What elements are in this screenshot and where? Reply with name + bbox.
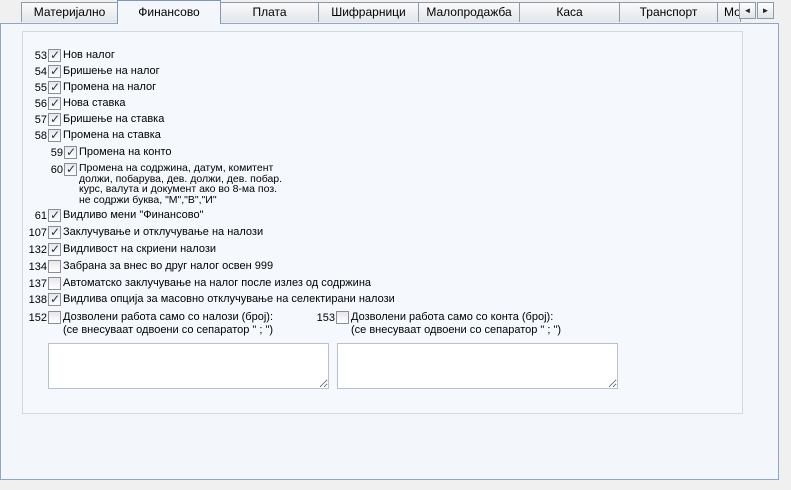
checkbox[interactable] xyxy=(48,112,61,126)
permission-row-138[interactable]: 138 Видлива опција за масовно отклучувањ… xyxy=(27,292,395,307)
permission-label: Видлива опција за масовно отклучување на… xyxy=(63,293,395,305)
permission-number: 134 xyxy=(28,261,47,273)
permission-row-58[interactable]: 58 Промена на ставка xyxy=(33,128,161,143)
permission-row-57[interactable]: 57 Бришење на ставка xyxy=(33,112,165,127)
permission-number: 132 xyxy=(28,244,47,256)
allowed-konta-input[interactable] xyxy=(337,343,618,389)
tab-sifrarnici[interactable]: Шифрарници xyxy=(318,2,419,22)
tab-mo[interactable]: Мо xyxy=(717,2,741,22)
permission-row-60[interactable]: 60 Промена на содржина, датум, комитент … xyxy=(49,162,283,207)
checkbox[interactable] xyxy=(48,208,61,222)
permission-number: 153 xyxy=(316,312,335,324)
permission-label: Промена на содржина, датум, комитент дол… xyxy=(79,162,283,206)
checkbox[interactable] xyxy=(48,225,61,239)
tab-plata[interactable]: Плата xyxy=(220,2,319,22)
permission-row-107[interactable]: 107 Заклучување и отклучување на налози xyxy=(27,225,264,240)
permission-number: 57 xyxy=(34,114,47,126)
tab-maloprodazba[interactable]: Малопродажба xyxy=(418,2,520,22)
permission-number: 152 xyxy=(28,312,47,324)
permission-label: Забрана за внес во друг налог освен 999 xyxy=(63,260,274,272)
permission-row-153[interactable]: 153 Дозволени работа само со конта (број… xyxy=(315,311,561,339)
tab-page-finansovo: 53 Нов налог 54 Бришење на налог 55 Пром… xyxy=(0,23,779,480)
permission-number: 53 xyxy=(34,50,47,62)
checkbox[interactable] xyxy=(48,48,61,62)
permission-label: Бришење на ставка xyxy=(63,113,165,125)
permission-row-56[interactable]: 56 Нова ставка xyxy=(33,96,126,111)
checkbox[interactable] xyxy=(48,277,61,290)
permission-label: Промена на налог xyxy=(63,81,157,93)
checkbox[interactable] xyxy=(336,311,349,324)
checkbox[interactable] xyxy=(64,145,77,159)
permission-label: Видливо мени "Финансово" xyxy=(63,209,204,221)
checkbox[interactable] xyxy=(48,242,61,256)
checkbox[interactable] xyxy=(48,96,61,110)
arrow-left-icon[interactable]: ◄ xyxy=(739,2,756,19)
tab-kasa[interactable]: Каса xyxy=(519,2,620,22)
tab-materijalno[interactable]: Материјално xyxy=(21,2,118,22)
checkbox[interactable] xyxy=(48,260,61,273)
tab-transport[interactable]: Транспорт xyxy=(619,2,718,22)
permissions-group: 53 Нов налог 54 Бришење на налог 55 Пром… xyxy=(22,31,743,414)
permission-label: Дозволени работа само со налози (број): … xyxy=(63,311,274,336)
permission-label: Видливост на скриени налози xyxy=(63,243,217,255)
permission-label: Дозволени работа само со конта (број): (… xyxy=(351,311,562,336)
permission-row-53[interactable]: 53 Нов налог xyxy=(33,48,115,63)
permission-label: Промена на ставка xyxy=(63,129,161,141)
permission-number: 59 xyxy=(50,147,63,159)
permission-number: 138 xyxy=(28,294,47,306)
permission-number: 107 xyxy=(28,227,47,239)
permission-number: 55 xyxy=(34,82,47,94)
checkbox[interactable] xyxy=(48,64,61,78)
permission-number: 137 xyxy=(28,278,47,290)
permission-row-137[interactable]: 137 Автоматско заклучување на налог посл… xyxy=(27,277,371,291)
checkbox[interactable] xyxy=(48,128,61,142)
arrow-right-icon[interactable]: ► xyxy=(757,2,774,19)
permission-row-59[interactable]: 59 Промена на конто xyxy=(49,145,172,160)
permission-label: Автоматско заклучување на налог после из… xyxy=(63,277,372,289)
permission-row-132[interactable]: 132 Видливост на скриени налози xyxy=(27,242,217,257)
permission-number: 56 xyxy=(34,98,47,110)
permission-row-134[interactable]: 134 Забрана за внес во друг налог освен … xyxy=(27,260,273,274)
permission-row-54[interactable]: 54 Бришење на налог xyxy=(33,64,160,79)
tab-finansovo[interactable]: Финансово xyxy=(117,0,221,24)
tab-strip: Материјално Финансово Плата Шифрарници М… xyxy=(0,0,791,24)
allowed-nalozi-input[interactable] xyxy=(48,343,329,389)
checkbox[interactable] xyxy=(64,162,77,176)
permission-number: 60 xyxy=(50,164,63,176)
permission-label: Нова ставка xyxy=(63,97,126,109)
checkbox[interactable] xyxy=(48,311,61,324)
permission-number: 61 xyxy=(34,210,47,222)
permission-label: Бришење на налог xyxy=(63,65,160,77)
permission-row-152[interactable]: 152 Дозволени работа само со налози (бро… xyxy=(27,311,273,339)
permission-label: Промена на конто xyxy=(79,146,172,158)
permission-row-55[interactable]: 55 Промена на налог xyxy=(33,80,157,95)
checkbox[interactable] xyxy=(48,292,61,306)
permission-number: 54 xyxy=(34,66,47,78)
checkbox[interactable] xyxy=(48,80,61,94)
permission-label: Нов налог xyxy=(63,49,115,61)
permission-label: Заклучување и отклучување на налози xyxy=(63,226,264,238)
permission-number: 58 xyxy=(34,130,47,142)
permission-row-61[interactable]: 61 Видливо мени "Финансово" xyxy=(33,208,204,223)
